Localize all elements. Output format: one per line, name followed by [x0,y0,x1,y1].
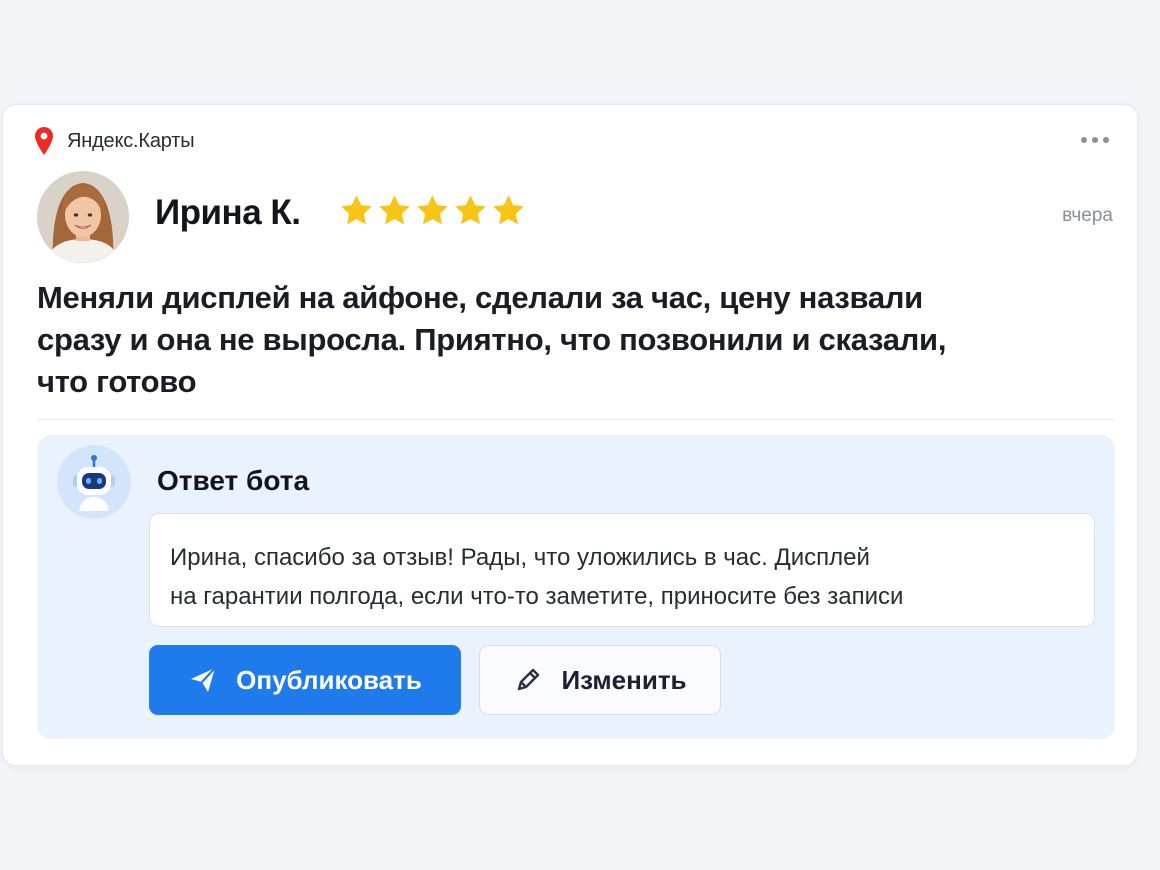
bot-reply-title: Ответ бота [157,465,310,496]
rating-stars [339,193,526,228]
map-pin-icon [35,127,53,155]
send-icon [191,666,217,692]
review-date: вчера [1062,205,1113,226]
brand-name: Яндекс.Карты [67,129,195,152]
avatar [37,171,129,263]
bot-reply-panel: Ответ бота Ирина, спасибо за отзыв! Рады… [37,435,1115,739]
review-text-line: что готово [37,364,197,399]
star-icon [455,195,486,225]
publish-button-label: Опубликовать [236,664,422,695]
more-options-icon[interactable] [1077,133,1113,147]
review-card: Яндекс.Карты Ирина К. вчера Меняли диспл… [2,104,1138,766]
bot-reply-line: на гарантии полгода, если что-то заметит… [170,583,904,610]
edit-button[interactable]: Изменить [479,645,721,715]
review-text-line: сразу и она не выросла. Приятно, что поз… [37,322,947,357]
divider [37,419,1115,420]
review-text-line: Меняли дисплей на айфоне, сделали за час… [37,280,923,315]
publish-button[interactable]: Опубликовать [149,645,461,715]
review-text: Меняли дисплей на айфоне, сделали за час… [37,277,1097,403]
author-name: Ирина К. [155,193,301,232]
brand-header: Яндекс.Карты [35,127,195,155]
star-icon [341,195,372,225]
pencil-icon [518,668,540,691]
edit-button-label: Изменить [561,664,687,695]
bot-avatar-icon [57,445,131,519]
star-icon [379,195,410,225]
star-icon [493,195,524,225]
star-icon [417,195,448,225]
bot-reply-text[interactable]: Ирина, спасибо за отзыв! Рады, что уложи… [149,513,1095,627]
bot-reply-line: Ирина, спасибо за отзыв! Рады, что уложи… [170,544,870,571]
